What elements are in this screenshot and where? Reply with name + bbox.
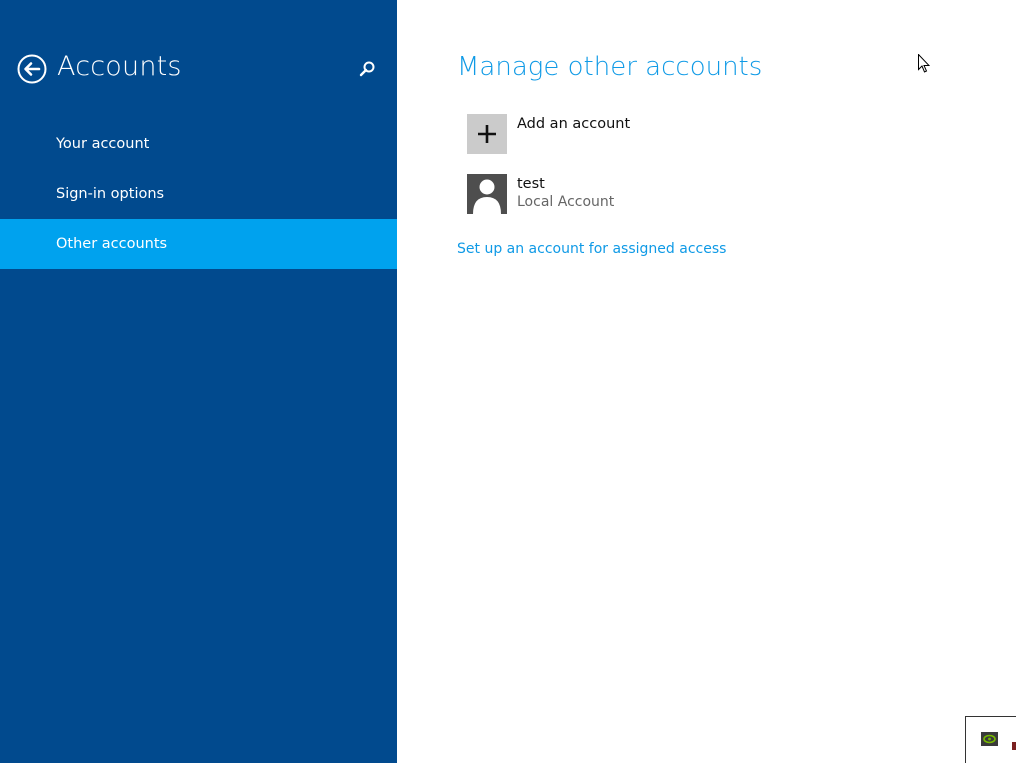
add-account-tile <box>467 114 507 154</box>
main-content: Manage other accounts Add an account tes… <box>397 0 1016 763</box>
add-account-label: Add an account <box>517 116 631 132</box>
add-account-button[interactable]: Add an account <box>467 114 767 154</box>
sidebar-item-sign-in-options[interactable]: Sign-in options <box>0 169 397 219</box>
account-name: test <box>517 176 545 192</box>
sidebar-item-other-accounts[interactable]: Other accounts <box>0 219 397 269</box>
search-icon <box>359 61 375 77</box>
avatar <box>467 174 507 214</box>
mouse-cursor-icon <box>918 53 931 73</box>
tray-app-icon[interactable] <box>1012 735 1016 750</box>
sidebar: Accounts Your account Sign-in options Ot… <box>0 0 397 763</box>
user-avatar-icon <box>473 179 501 214</box>
sidebar-title: Accounts <box>57 51 182 82</box>
plus-icon <box>478 125 496 143</box>
tray-popup <box>965 716 1016 763</box>
account-type: Local Account <box>517 194 615 210</box>
page-title: Manage other accounts <box>457 52 763 82</box>
back-button[interactable] <box>17 54 47 84</box>
account-item-test[interactable]: test Local Account <box>467 174 767 214</box>
search-button[interactable] <box>358 60 376 78</box>
back-arrow-circle-icon <box>17 54 47 84</box>
assigned-access-link[interactable]: Set up an account for assigned access <box>457 241 726 257</box>
sidebar-item-your-account[interactable]: Your account <box>0 119 397 169</box>
nvidia-icon[interactable] <box>981 731 998 746</box>
sidebar-nav: Your account Sign-in options Other accou… <box>0 119 397 269</box>
